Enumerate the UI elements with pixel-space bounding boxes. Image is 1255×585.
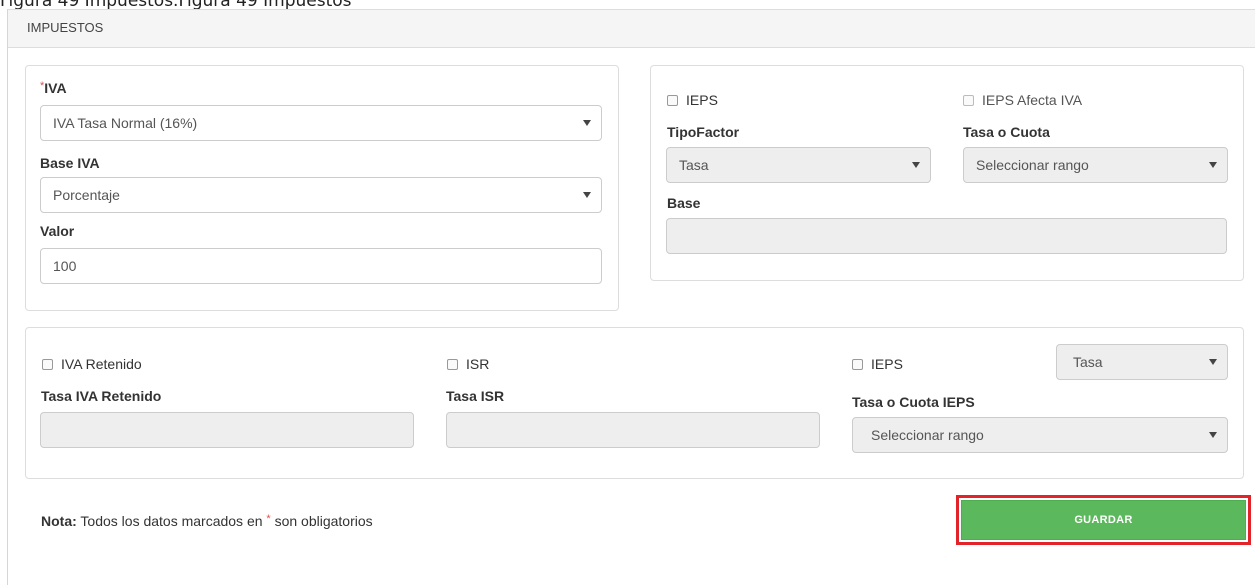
ieps-afecta-iva-label: IEPS Afecta IVA (982, 92, 1083, 108)
caret-down-icon (912, 162, 920, 168)
ieps-checkbox[interactable]: IEPS (667, 92, 718, 108)
caret-down-icon (1209, 162, 1217, 168)
save-button[interactable]: GUARDAR (961, 500, 1246, 540)
checkbox-icon[interactable] (963, 94, 974, 106)
caret-down-icon (583, 120, 591, 126)
tasa-cuota-ieps-label: Tasa o Cuota IEPS (852, 394, 975, 410)
caret-down-icon (1209, 432, 1217, 438)
valor-label: Valor (40, 223, 75, 239)
nota-text: Nota: Todos los datos marcados en * son … (41, 513, 373, 529)
valor-input[interactable]: 100 (40, 248, 602, 284)
iva-retenido-checkbox[interactable]: IVA Retenido (42, 356, 142, 372)
tasa-cuota-ieps-select[interactable]: Seleccionar rango (852, 417, 1228, 453)
checkbox-icon[interactable] (852, 358, 863, 370)
iva-label-text: IVA (44, 80, 67, 96)
base-input[interactable] (666, 218, 1227, 254)
tasa-cuota-select[interactable]: Seleccionar rango (963, 147, 1228, 183)
checkbox-icon[interactable] (447, 358, 458, 370)
tasa-isr-label: Tasa ISR (446, 388, 505, 404)
iva-retenido-label: IVA Retenido (61, 356, 142, 372)
tasa-isr-input[interactable] (446, 412, 820, 448)
isr-label: ISR (466, 356, 490, 372)
tasa-iva-retenido-input[interactable] (40, 412, 414, 448)
ieps-checkbox-label: IEPS (686, 92, 718, 108)
ieps-retenido-checkbox[interactable]: IEPS (852, 356, 903, 372)
nota-body: Todos los datos marcados en (76, 513, 267, 529)
base-iva-select-value: Porcentaje (53, 187, 120, 203)
tasa-cuota-label: Tasa o Cuota (963, 124, 1050, 140)
save-button-highlight: GUARDAR (956, 495, 1251, 545)
tasa-cuota-select-value: Seleccionar rango (976, 157, 1089, 173)
base-label: Base (667, 195, 701, 211)
panel-title: IMPUESTOS (8, 10, 1255, 48)
iva-select[interactable]: IVA Tasa Normal (16%) (40, 105, 602, 141)
tipo-factor-select[interactable]: Tasa (666, 147, 931, 183)
ieps-afecta-iva-checkbox[interactable]: IEPS Afecta IVA (963, 92, 1082, 108)
ieps-retenido-label: IEPS (871, 356, 903, 372)
tipo-factor-select-value: Tasa (679, 157, 709, 173)
tasa-cuota-ieps-select-value: Seleccionar rango (871, 427, 984, 443)
iva-label: *IVA (40, 80, 67, 96)
tipo-factor-label: TipoFactor (667, 124, 740, 140)
checkbox-icon[interactable] (667, 94, 678, 106)
base-iva-select[interactable]: Porcentaje (40, 177, 602, 213)
nota-tail: son obligatorios (270, 513, 373, 529)
iva-select-value: IVA Tasa Normal (16%) (53, 115, 198, 131)
ieps-tipo-select[interactable]: Tasa (1056, 344, 1228, 380)
base-iva-label: Base IVA (40, 155, 100, 171)
nota-bold: Nota: (41, 513, 77, 529)
caret-down-icon (1209, 359, 1217, 365)
tasa-iva-retenido-label: Tasa IVA Retenido (41, 388, 162, 404)
checkbox-icon[interactable] (42, 358, 53, 370)
isr-checkbox[interactable]: ISR (447, 356, 489, 372)
caret-down-icon (583, 192, 591, 198)
ieps-tipo-select-value: Tasa (1073, 354, 1103, 370)
